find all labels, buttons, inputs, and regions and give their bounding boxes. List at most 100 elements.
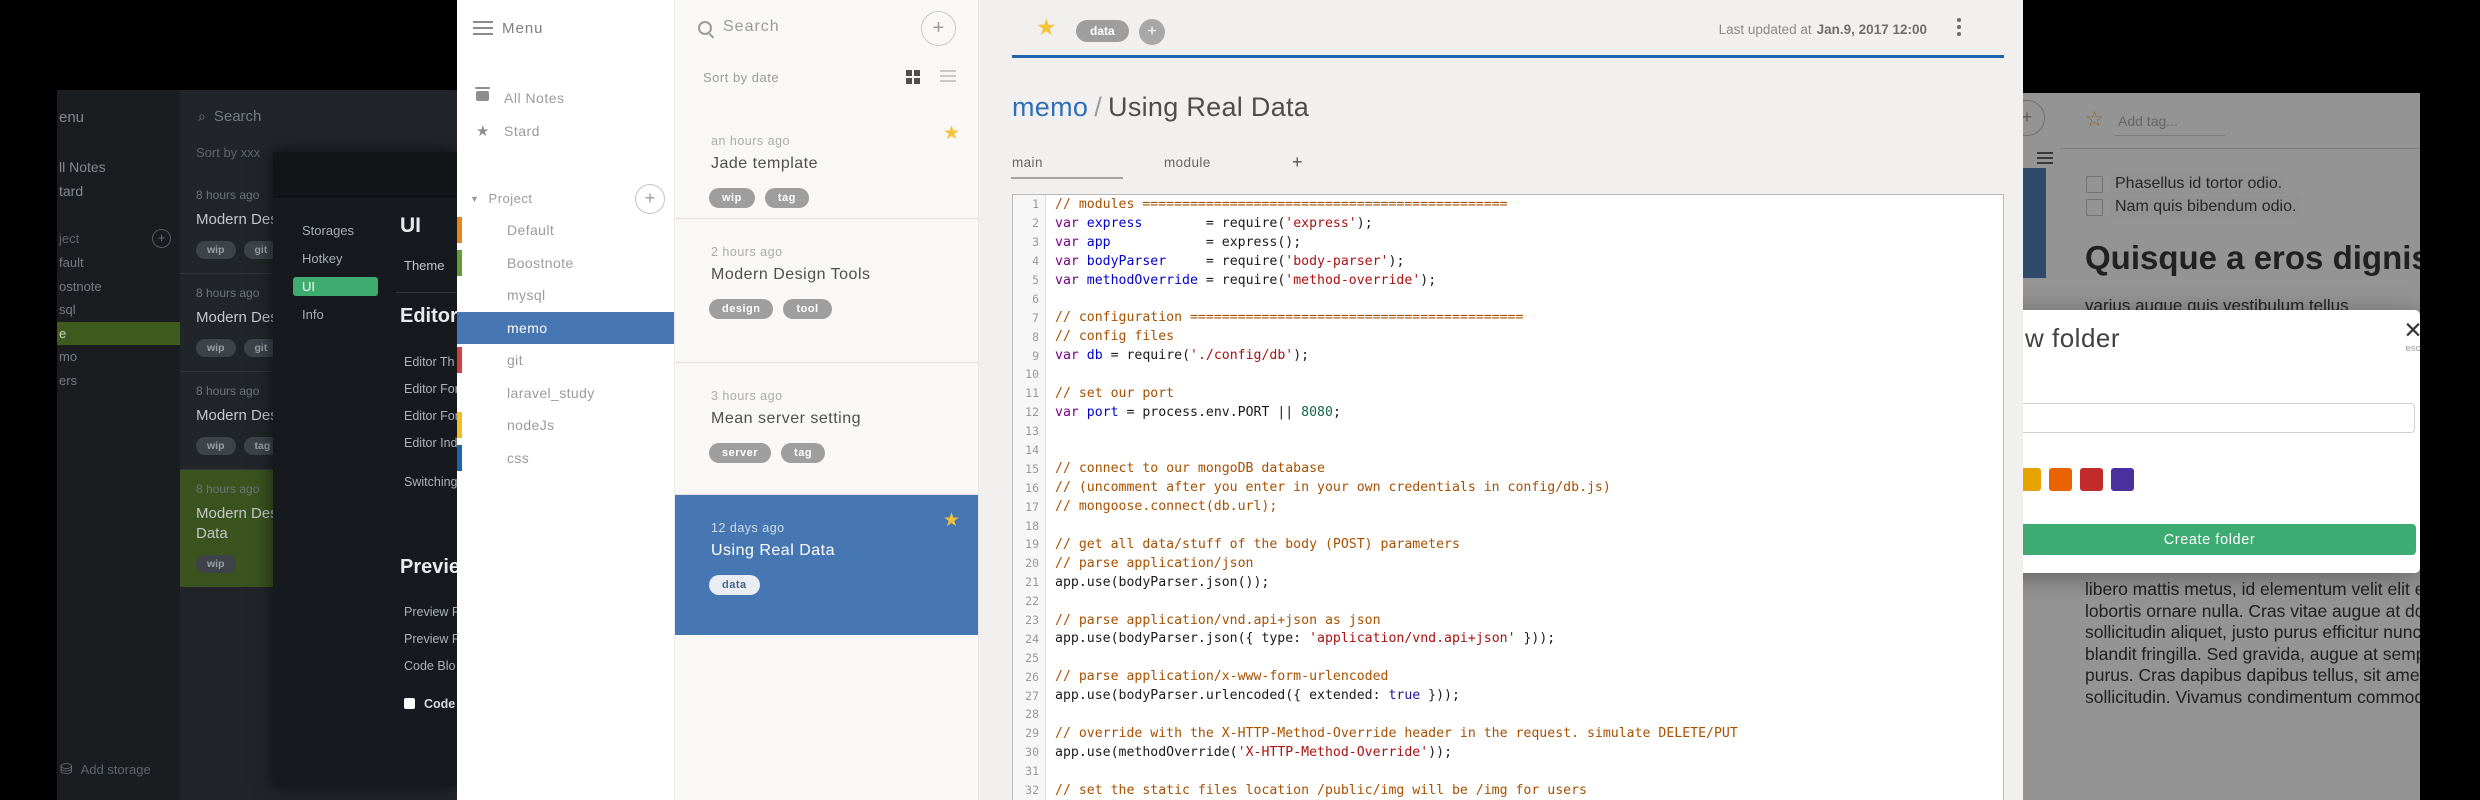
dark-starred[interactable]: tard — [59, 183, 83, 199]
line-number: 4 — [1013, 251, 1046, 271]
note-card[interactable]: 3 hours ago Mean server setting server tag — [675, 363, 978, 494]
line-number: 8 — [1013, 327, 1046, 347]
tab-module[interactable]: module — [1164, 155, 1211, 170]
project-section-label[interactable]: ▼ Project — [470, 191, 533, 206]
settings-item[interactable]: Code Blo — [404, 652, 457, 679]
add-tab-button[interactable]: + — [1292, 152, 1303, 173]
settings-item[interactable]: Preview F — [404, 625, 457, 652]
folder-item[interactable]: sql — [57, 298, 180, 322]
settings-item[interactable]: Editor For — [404, 402, 457, 429]
dark-all-notes[interactable]: ll Notes — [59, 159, 106, 175]
code-line: 31 — [1013, 761, 2003, 781]
settings-checkbox-row[interactable]: Code B — [404, 690, 457, 717]
dialog-title: w folder — [2025, 323, 2121, 353]
note-card[interactable]: an hours ago ★ Jade template wip tag — [675, 108, 978, 218]
code-line: 5 var methodOverride = require('method-ov… — [1013, 270, 2003, 290]
note-tag-badge[interactable]: data — [1076, 20, 1129, 42]
settings-nav-hotkey[interactable]: Hotkey — [273, 244, 393, 272]
code-line: 25 — [1013, 648, 2003, 668]
folder-name-input[interactable] — [2023, 403, 2415, 433]
line-number: 14 — [1013, 440, 1046, 460]
settings-nav-storages[interactable]: Storages — [273, 216, 393, 244]
settings-nav-info[interactable]: Info — [273, 300, 393, 328]
sidebar-folder-Boostnote[interactable]: Boostnote — [457, 247, 674, 280]
code-line: 3 var app = express(); — [1013, 232, 2003, 252]
color-swatch[interactable] — [2080, 468, 2103, 491]
star-icon: ★ — [476, 123, 490, 140]
line-number: 1 — [1013, 195, 1046, 214]
dark-sort-label[interactable]: Sort by xxx — [196, 145, 260, 160]
folder-item[interactable]: e — [57, 321, 180, 345]
code-line: 11// set our port — [1013, 383, 2003, 403]
breadcrumb-folder[interactable]: memo — [1012, 92, 1088, 122]
tag-badge: wip — [196, 555, 236, 573]
folder-color-strip — [457, 444, 462, 471]
sort-by-dropdown[interactable]: Sort by date — [703, 70, 779, 85]
note-card[interactable]: 12 days ago ★ Using Real Data data — [675, 495, 978, 635]
color-swatch[interactable] — [2023, 468, 2041, 491]
menu-label[interactable]: Menu — [502, 20, 544, 37]
code-line: 15// connect to our mongoDB database — [1013, 459, 2003, 479]
right-window: + ☆ Add tag... Phasellus id tortor odio.… — [2023, 93, 2420, 800]
line-number: 24 — [1013, 629, 1046, 649]
create-folder-button[interactable]: Create folder — [2023, 524, 2416, 555]
star-toggle-icon[interactable]: ★ — [1036, 14, 1057, 41]
sidebar-folder-memo[interactable]: memo — [457, 311, 674, 344]
dark-add-folder-button[interactable]: + — [152, 229, 171, 248]
sidebar-folder-git[interactable]: git — [457, 344, 674, 377]
line-number: 9 — [1013, 346, 1046, 366]
dark-add-storage[interactable]: ⛁ Add storage — [60, 760, 151, 778]
settings-item[interactable]: Editor For — [404, 375, 457, 402]
dialog-close[interactable]: ✕ esc — [2396, 318, 2420, 354]
folder-item[interactable]: ers — [57, 369, 180, 393]
settings-nav-ui[interactable]: UI — [273, 272, 393, 300]
checkbox-icon[interactable] — [404, 698, 415, 709]
add-tag-button[interactable]: + — [1139, 19, 1165, 45]
note-card[interactable]: 2 hours ago Modern Design Tools design tool — [675, 219, 978, 362]
color-swatch[interactable] — [2049, 468, 2072, 491]
sidebar-folder-css[interactable]: css — [457, 442, 674, 475]
add-folder-button[interactable]: + — [635, 184, 665, 214]
folder-color-strip — [457, 347, 462, 373]
code-line: 26// parse application/x-www-form-urlenc… — [1013, 667, 2003, 687]
folder-item[interactable]: mo — [57, 345, 180, 369]
sidebar-folder-laravel_study[interactable]: laravel_study — [457, 377, 674, 410]
line-number: 17 — [1013, 497, 1046, 517]
color-swatch[interactable] — [2111, 468, 2134, 491]
close-icon[interactable]: ✕ — [2396, 318, 2420, 342]
settings-item[interactable]: Switching — [404, 468, 457, 495]
hamburger-menu-icon[interactable] — [473, 21, 493, 39]
list-view-icon[interactable] — [940, 70, 956, 85]
sidebar-folder-Default[interactable]: Default — [457, 214, 674, 247]
tab-main[interactable]: main — [1012, 155, 1043, 170]
settings-item[interactable]: Preview F — [404, 598, 457, 625]
sidebar-folder-mysql[interactable]: mysql — [457, 279, 674, 312]
kebab-menu-icon[interactable] — [1957, 18, 1961, 39]
settings-item[interactable]: Editor Th — [404, 348, 457, 375]
folder-color-strip — [457, 217, 462, 243]
folder-color-strip — [457, 412, 462, 438]
settings-nav: Storages Hotkey UI Info — [273, 216, 393, 328]
sidebar-item-starred[interactable]: ★ Stard — [457, 123, 540, 140]
folder-item[interactable]: ostnote — [57, 275, 180, 299]
line-number: 26 — [1013, 667, 1046, 687]
star-icon[interactable]: ★ — [943, 509, 960, 532]
tag-badge: tool — [783, 299, 832, 319]
search-input[interactable]: Search — [723, 18, 780, 36]
line-number: 27 — [1013, 686, 1046, 706]
code-line: 10 — [1013, 365, 2003, 384]
sidebar-item-all-notes[interactable]: All Notes — [457, 87, 565, 106]
code-editor[interactable]: 1// modules ============================… — [1012, 194, 2004, 800]
settings-item[interactable]: Editor Ind — [404, 429, 457, 456]
dark-search[interactable]: ⌕ Search — [198, 108, 261, 125]
star-icon[interactable]: ★ — [943, 122, 960, 145]
sidebar-folder-nodeJs[interactable]: nodeJs — [457, 409, 674, 442]
dark-project-label[interactable]: ject — [59, 231, 79, 246]
settings-ui-heading: UI — [400, 214, 421, 237]
new-note-button[interactable]: + — [921, 11, 956, 46]
grid-view-icon[interactable] — [906, 70, 920, 84]
folder-item[interactable]: fault — [57, 251, 180, 275]
code-line: 20// parse application/json — [1013, 553, 2003, 573]
code-line: 29// override with the X-HTTP-Method-Ove… — [1013, 723, 2003, 743]
dark-menu-label[interactable]: enu — [59, 109, 84, 126]
